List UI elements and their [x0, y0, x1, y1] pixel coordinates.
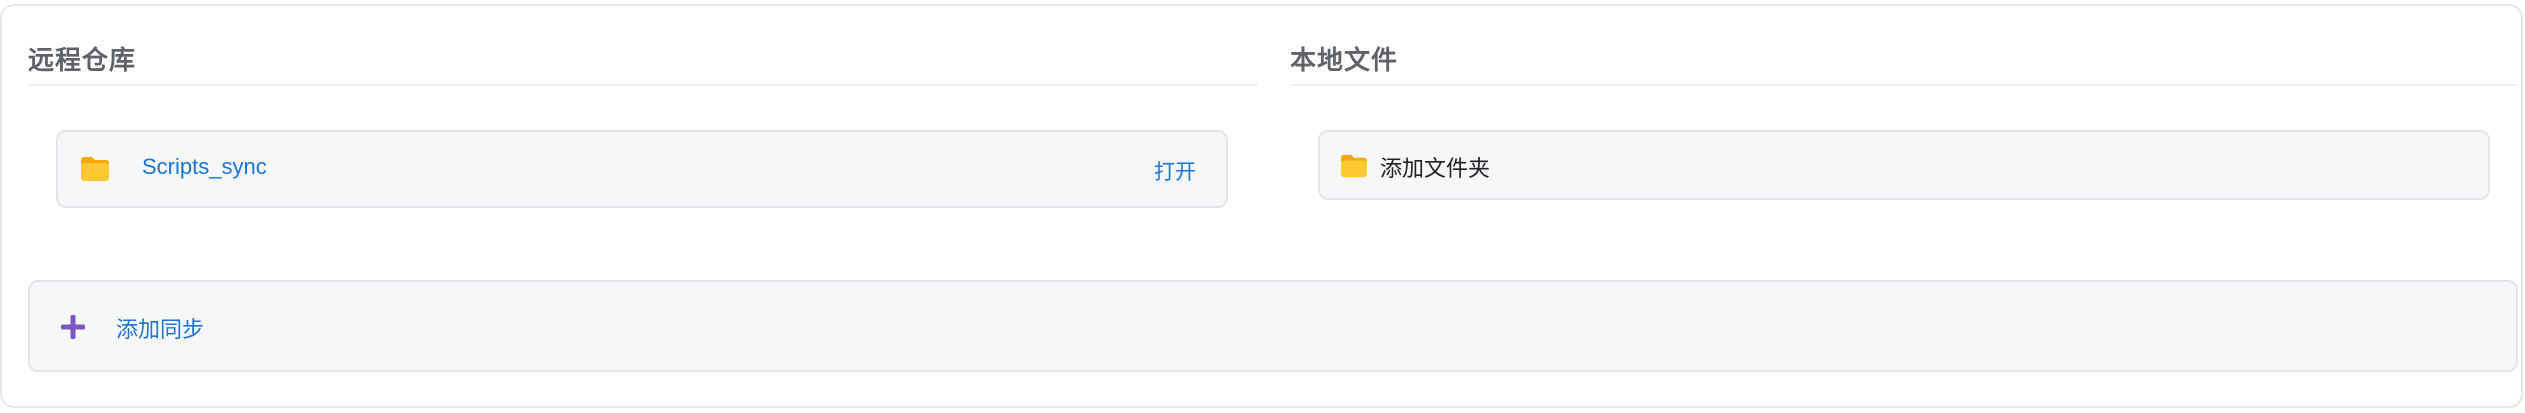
remote-section-divider — [28, 84, 1258, 86]
folder-icon — [81, 157, 109, 181]
sync-panel: 远程仓库 Scripts_sync 打开 本地文件 添加文件夹 添加同步 — [0, 4, 2523, 408]
plus-icon — [61, 315, 85, 339]
remote-repo-card[interactable]: Scripts_sync 打开 — [56, 130, 1228, 208]
add-folder-label[interactable]: 添加文件夹 — [1380, 151, 1490, 183]
add-folder-card[interactable]: 添加文件夹 — [1318, 130, 2490, 200]
add-sync-button[interactable]: 添加同步 — [28, 280, 2518, 372]
repo-name-link[interactable]: Scripts_sync — [142, 154, 267, 180]
local-section-divider — [1290, 84, 2518, 86]
remote-section-title: 远程仓库 — [28, 45, 137, 75]
open-button[interactable]: 打开 — [1154, 156, 1196, 186]
folder-icon — [1341, 154, 1367, 178]
local-section-title: 本地文件 — [1290, 45, 1399, 75]
add-sync-label: 添加同步 — [116, 317, 205, 342]
